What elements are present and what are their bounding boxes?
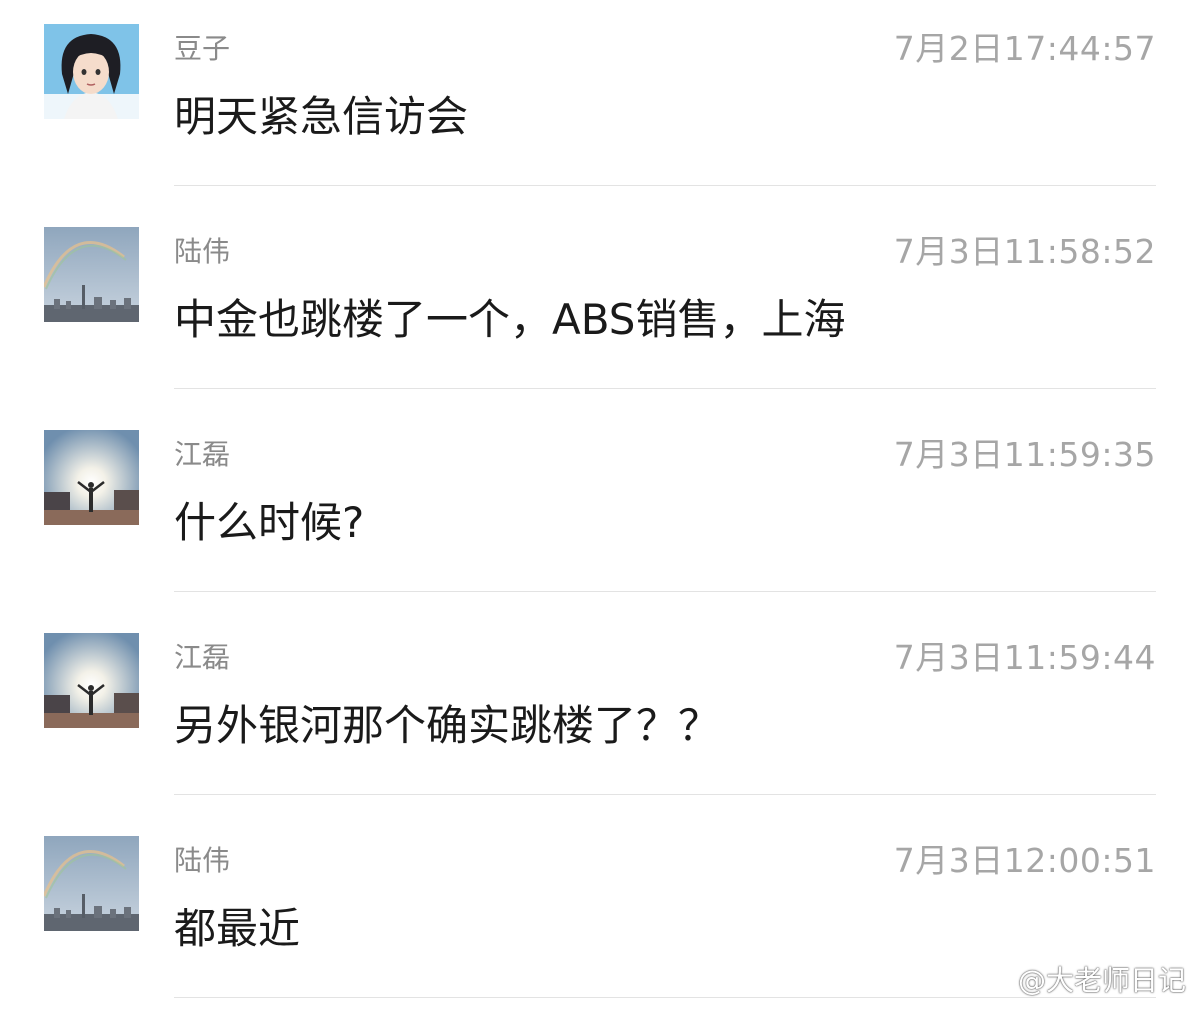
sender-name[interactable]: 江磊 <box>174 641 230 675</box>
rainbow-city-avatar-icon <box>44 836 139 931</box>
watermark-text: @大老师日记 <box>1017 964 1186 997</box>
message-timestamp: 7月3日11:58:52 <box>893 232 1156 271</box>
chat-message: 江磊 7月3日11:59:35 什么时候? <box>0 406 1200 609</box>
message-timestamp: 7月3日11:59:44 <box>893 638 1156 677</box>
message-timestamp: 7月2日17:44:57 <box>893 29 1156 68</box>
message-text: 什么时候? <box>174 498 365 547</box>
weibo-logo-icon <box>969 965 1011 996</box>
message-text: 明天紧急信访会 <box>174 92 469 141</box>
avatar[interactable] <box>44 430 139 525</box>
divider <box>174 388 1156 389</box>
sender-name[interactable]: 陆伟 <box>174 844 230 878</box>
avatar[interactable] <box>44 24 139 119</box>
message-timestamp: 7月3日11:59:35 <box>893 435 1156 474</box>
message-text: 中金也跳楼了一个，ABS销售，上海 <box>174 295 846 344</box>
message-timestamp: 7月3日12:00:51 <box>893 841 1156 880</box>
divider <box>174 997 1156 998</box>
rainbow-city-avatar-icon <box>44 227 139 322</box>
avatar[interactable] <box>44 227 139 322</box>
watermark: @大老师日记 <box>968 961 1186 997</box>
sunset-person-avatar-icon <box>44 430 139 525</box>
sender-name[interactable]: 江磊 <box>174 438 230 472</box>
avatar[interactable] <box>44 836 139 931</box>
sender-name[interactable]: 豆子 <box>174 32 230 66</box>
divider <box>174 794 1156 795</box>
sender-name[interactable]: 陆伟 <box>174 235 230 269</box>
chat-message: 江磊 7月3日11:59:44 另外银河那个确实跳楼了？？ <box>0 609 1200 812</box>
chat-message: 豆子 7月2日17:44:57 明天紧急信访会 <box>0 0 1200 203</box>
anime-girl-avatar-icon <box>44 24 139 119</box>
avatar[interactable] <box>44 633 139 728</box>
divider <box>174 591 1156 592</box>
sunset-person-avatar-icon <box>44 633 139 728</box>
message-text: 另外银河那个确实跳楼了？？ <box>174 701 721 750</box>
divider <box>174 185 1156 186</box>
message-text: 都最近 <box>174 904 301 953</box>
chat-message: 陆伟 7月3日11:58:52 中金也跳楼了一个，ABS销售，上海 <box>0 203 1200 406</box>
